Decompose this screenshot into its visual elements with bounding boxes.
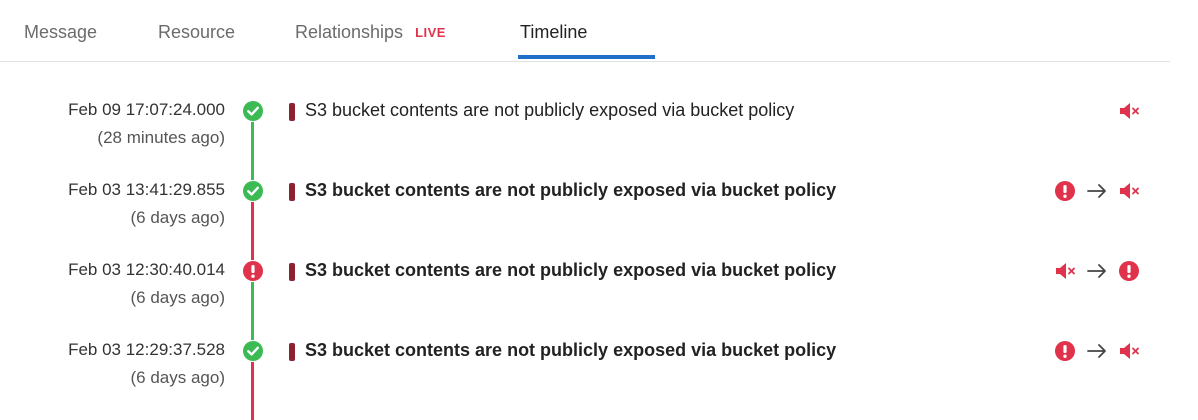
state-change bbox=[1054, 340, 1140, 362]
alert-circle-icon bbox=[243, 261, 263, 281]
muted-icon bbox=[1118, 180, 1140, 202]
timeline-connector bbox=[251, 202, 254, 260]
timeline-connector bbox=[251, 282, 254, 340]
alert-icon bbox=[1119, 261, 1139, 281]
finding-title[interactable]: S3 bucket contents are not publicly expo… bbox=[305, 180, 836, 201]
tab-timeline[interactable]: Timeline bbox=[520, 22, 587, 43]
check-circle-icon bbox=[243, 101, 263, 121]
live-badge: LIVE bbox=[415, 25, 446, 40]
tab-resource[interactable]: Resource bbox=[158, 22, 235, 43]
timeline-entry: Feb 03 12:30:40.014 (6 days ago) S3 buck… bbox=[0, 260, 1170, 340]
tab-message[interactable]: Message bbox=[24, 22, 97, 43]
tab-bar: Message Resource Relationships LIVE Timel… bbox=[0, 0, 1170, 62]
timeline-entry: Feb 03 12:29:37.528 (6 days ago) S3 buck… bbox=[0, 340, 1170, 420]
state-change bbox=[1118, 100, 1140, 122]
timestamp: Feb 03 13:41:29.855 bbox=[68, 180, 225, 199]
state-change bbox=[1054, 260, 1140, 282]
arrow-right-icon bbox=[1086, 340, 1108, 362]
timeline-entry: Feb 03 13:41:29.855 (6 days ago) S3 buck… bbox=[0, 180, 1170, 260]
relative-time: (6 days ago) bbox=[130, 208, 226, 227]
arrow-right-icon bbox=[1086, 260, 1108, 282]
state-change bbox=[1054, 180, 1140, 202]
severity-indicator bbox=[289, 103, 295, 121]
tab-label: Relationships bbox=[295, 22, 404, 42]
tab-label: Message bbox=[24, 22, 98, 42]
severity-indicator bbox=[289, 183, 295, 201]
finding-title[interactable]: S3 bucket contents are not publicly expo… bbox=[305, 340, 836, 361]
severity-indicator bbox=[289, 263, 295, 281]
check-circle-icon bbox=[243, 341, 263, 361]
relative-time: (28 minutes ago) bbox=[97, 128, 225, 147]
arrow-right-icon bbox=[1086, 180, 1108, 202]
severity-indicator bbox=[289, 343, 295, 361]
muted-icon bbox=[1118, 340, 1140, 362]
muted-icon bbox=[1054, 260, 1076, 282]
timestamp: Feb 03 12:29:37.528 bbox=[68, 340, 225, 359]
muted-icon bbox=[1118, 100, 1140, 122]
relative-time: (6 days ago) bbox=[130, 368, 226, 387]
finding-title[interactable]: S3 bucket contents are not publicly expo… bbox=[305, 100, 794, 121]
tab-label: Timeline bbox=[520, 22, 588, 42]
relative-time: (6 days ago) bbox=[130, 288, 226, 307]
finding-title[interactable]: S3 bucket contents are not publicly expo… bbox=[305, 260, 836, 281]
tab-relationships[interactable]: Relationships LIVE bbox=[295, 22, 446, 43]
timeline-connector bbox=[251, 362, 254, 420]
timeline-connector bbox=[251, 122, 254, 180]
alert-icon bbox=[1055, 181, 1075, 201]
alert-icon bbox=[1055, 341, 1075, 361]
check-circle-icon bbox=[243, 181, 263, 201]
timestamp: Feb 03 12:30:40.014 bbox=[68, 260, 225, 279]
timestamp: Feb 09 17:07:24.000 bbox=[68, 100, 225, 119]
active-tab-indicator bbox=[518, 55, 655, 59]
tab-label: Resource bbox=[158, 22, 236, 42]
timeline-entry: Feb 09 17:07:24.000 (28 minutes ago) S3 … bbox=[0, 100, 1170, 180]
